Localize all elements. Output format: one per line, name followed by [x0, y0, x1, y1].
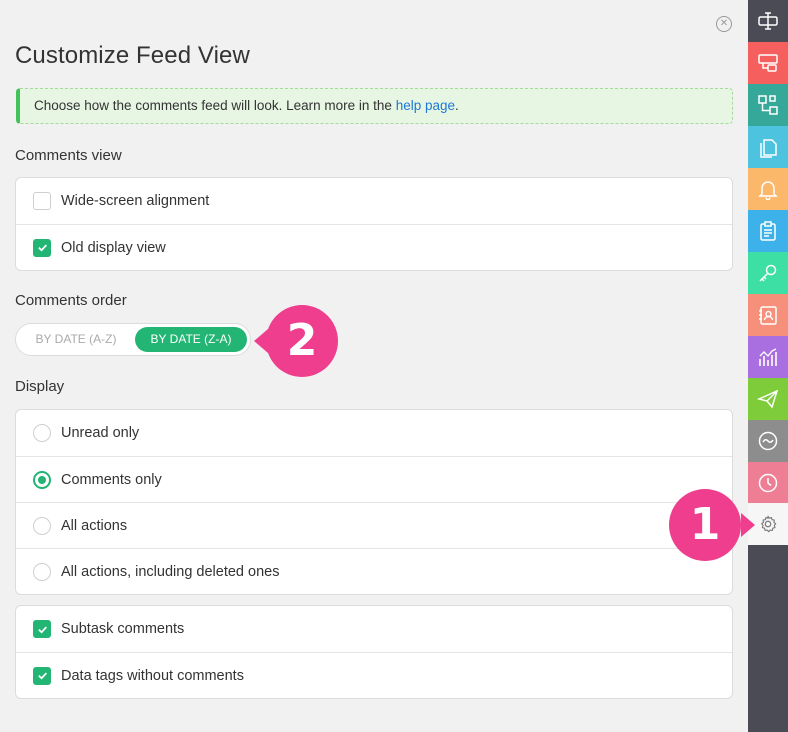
order-desc-option[interactable]: BY DATE (Z-A)	[135, 327, 247, 352]
option-label: Subtask comments	[61, 621, 185, 637]
order-asc-option[interactable]: BY DATE (A-Z)	[20, 327, 132, 352]
task-card-icon[interactable]	[748, 42, 788, 84]
wide-screen-alignment-row[interactable]: Wide-screen alignment	[16, 178, 732, 224]
comments-order-label: Comments order	[15, 292, 127, 309]
display-label: Display	[15, 378, 65, 395]
badge-one-pointer	[741, 513, 755, 537]
checkbox-checked-icon[interactable]	[33, 666, 51, 685]
radio-icon[interactable]	[33, 424, 51, 442]
step-badge-two: 2	[266, 305, 338, 377]
comments-view-label: Comments view	[15, 147, 122, 164]
comments-only-row[interactable]: Comments only	[16, 456, 732, 502]
checkbox-checked-icon[interactable]	[33, 620, 51, 638]
send-plane-icon[interactable]	[748, 378, 788, 420]
option-label: All actions, including deleted ones	[61, 563, 280, 580]
documents-icon[interactable]	[748, 126, 788, 168]
textfield-icon[interactable]	[748, 0, 788, 42]
display-extras-card: Subtask comments Data tags without comme…	[15, 605, 733, 699]
step-badge-one: 1	[669, 489, 741, 561]
checkbox-checked-icon[interactable]	[33, 238, 51, 257]
info-suffix: .	[455, 98, 459, 113]
help-page-link[interactable]: help page	[396, 98, 455, 113]
all-actions-row[interactable]: All actions	[16, 502, 732, 548]
checkbox-icon[interactable]	[33, 192, 51, 210]
clipboard-icon[interactable]	[748, 210, 788, 252]
notification-bell-icon[interactable]	[748, 168, 788, 210]
comments-view-card: Wide-screen alignment Old display view	[15, 177, 733, 271]
display-card: Unread only Comments only All actions Al…	[15, 409, 733, 595]
radio-selected-icon[interactable]	[33, 470, 51, 489]
analytics-chart-icon[interactable]	[748, 336, 788, 378]
right-sidebar	[748, 0, 788, 732]
workflow-icon[interactable]	[748, 84, 788, 126]
close-icon[interactable]: ✕	[716, 16, 732, 32]
option-label: Wide-screen alignment	[61, 193, 210, 209]
old-display-view-row[interactable]: Old display view	[16, 224, 732, 270]
info-banner: Choose how the comments feed will look. …	[16, 88, 733, 124]
info-text: Choose how the comments feed will look. …	[34, 98, 396, 113]
unread-only-row[interactable]: Unread only	[16, 410, 732, 456]
all-actions-deleted-row[interactable]: All actions, including deleted ones	[16, 548, 732, 594]
history-clock-icon[interactable]	[748, 462, 788, 504]
key-icon[interactable]	[748, 252, 788, 294]
activity-icon[interactable]	[748, 420, 788, 462]
option-label: Unread only	[61, 425, 140, 441]
option-label: Comments only	[61, 471, 162, 488]
data-tags-row[interactable]: Data tags without comments	[16, 652, 732, 698]
page-title: Customize Feed View	[15, 42, 250, 69]
option-label: Data tags without comments	[61, 667, 244, 684]
subtask-comments-row[interactable]: Subtask comments	[16, 606, 732, 652]
customize-feed-panel: ✕ Customize Feed View Choose how the com…	[0, 0, 748, 732]
radio-icon[interactable]	[33, 562, 51, 581]
comments-order-toggle: BY DATE (A-Z) BY DATE (Z-A)	[15, 323, 251, 356]
contact-icon[interactable]	[748, 294, 788, 336]
radio-icon[interactable]	[33, 516, 51, 535]
option-label: Old display view	[61, 239, 166, 256]
option-label: All actions	[61, 517, 128, 534]
